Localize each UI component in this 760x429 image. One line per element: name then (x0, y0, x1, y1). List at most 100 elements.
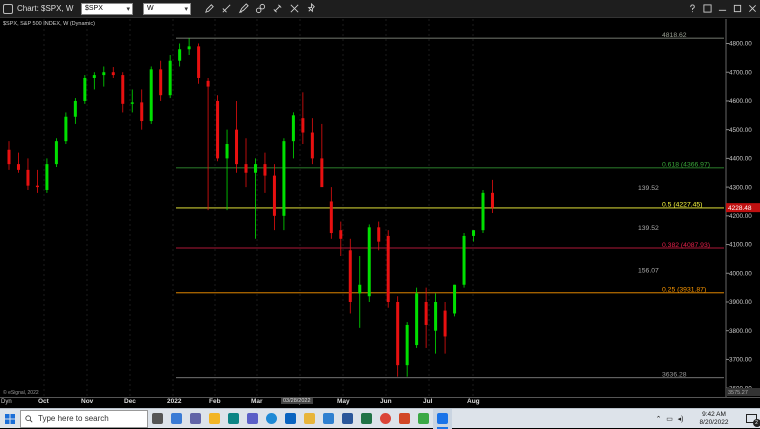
y-tick-label: 4300.00 (729, 184, 752, 191)
y-tick-label: 4000.00 (729, 270, 752, 277)
y-tick-label: 4200.00 (729, 213, 752, 220)
candle-body (273, 176, 276, 216)
x-tick-label: Oct (38, 398, 49, 405)
candle-body (453, 285, 456, 314)
candle-body (396, 302, 399, 365)
candle-body (74, 101, 77, 117)
x-cursor-label: 03/28/2022 (281, 398, 313, 404)
y-tick-label: 4700.00 (729, 69, 752, 76)
chrome-icon[interactable] (376, 409, 395, 429)
volume-icon[interactable]: ◂) (675, 409, 686, 429)
word-icon[interactable] (338, 409, 357, 429)
candle-body (349, 250, 352, 302)
teams-icon[interactable] (186, 409, 205, 429)
photos-icon[interactable] (319, 409, 338, 429)
excel-icon[interactable] (357, 409, 376, 429)
taskbar-search-input[interactable]: Type here to search (20, 410, 148, 428)
candle-body (102, 72, 105, 75)
window-toolbar: Chart: $SPX, W $SPX ▾ W ▾ (0, 0, 760, 18)
show-hidden-icons-icon[interactable]: ⌃ (653, 409, 664, 429)
y-tick-label: 3800.00 (729, 328, 752, 335)
interval-input[interactable]: W ▾ (143, 3, 191, 15)
powerpoint-icon[interactable] (395, 409, 414, 429)
pencil-icon[interactable] (203, 2, 217, 16)
candle-body (93, 75, 96, 78)
dynamic-label: Dyn (1, 399, 12, 405)
candle-body (292, 115, 295, 141)
y-tick-label: 4400.00 (729, 156, 752, 163)
esignal-icon[interactable] (433, 409, 452, 429)
fib-level-label: 0.618 (4366.97) (662, 162, 710, 169)
candle-body (45, 164, 48, 190)
candle-body (207, 81, 210, 87)
symbol-input[interactable]: $SPX ▾ (81, 3, 133, 15)
link-window-icon[interactable] (700, 2, 715, 16)
candle-body (226, 144, 229, 158)
x-tick-label: 2022 (167, 398, 181, 405)
line-tool-icon[interactable] (220, 2, 234, 16)
edge-ai-icon[interactable] (167, 409, 186, 429)
candle-body (320, 158, 323, 187)
x-axis: Dyn OctNovDec2022FebMarAprMayJunJulAug03… (0, 397, 760, 407)
fib-span-label: 156.07 (638, 267, 659, 274)
y-tick-label: 4500.00 (729, 127, 752, 134)
chart-area[interactable]: 3600.003700.003800.003900.004000.004100.… (0, 19, 760, 400)
candle-body (188, 46, 191, 49)
windows-taskbar: Type here to search ⌃ ▭ ◂) 9:42 AM 8/20/… (0, 408, 760, 428)
taskbar-clock[interactable]: 9:42 AM 8/20/2022 (686, 411, 742, 427)
window-title: Chart: $SPX, W (17, 4, 81, 13)
candle-body (197, 46, 200, 78)
candle-body (368, 227, 371, 296)
drawing-pen-icon[interactable] (237, 2, 251, 16)
candle-body (121, 75, 124, 104)
link-chain-icon[interactable] (271, 2, 285, 16)
tools-icon[interactable] (288, 2, 302, 16)
network-icon[interactable]: ▭ (664, 409, 675, 429)
notification-count: 2 (753, 419, 760, 427)
minimize-icon[interactable] (715, 2, 730, 16)
candle-body (17, 164, 20, 170)
candle-body (377, 227, 380, 241)
fib-level-label: 3636.28 (662, 372, 687, 379)
green-app-icon[interactable] (414, 409, 433, 429)
candle-body (178, 49, 181, 60)
candle-body (36, 186, 39, 187)
windows-start-icon[interactable] (0, 409, 20, 429)
candle-body (131, 102, 134, 103)
y-tick-label: 3900.00 (729, 299, 752, 306)
help-icon[interactable] (685, 2, 700, 16)
edge-icon[interactable] (262, 409, 281, 429)
teams-app-icon[interactable] (243, 409, 262, 429)
taskbar-apps (148, 409, 452, 429)
outlook-icon[interactable] (281, 409, 300, 429)
file-folder-icon[interactable] (300, 409, 319, 429)
candle-body (235, 130, 238, 164)
fib-level-label: 0.5 (4227.45) (662, 202, 702, 209)
candle-body (472, 230, 475, 236)
candle-body (339, 230, 342, 239)
candle-body (140, 102, 143, 121)
x-tick-label: Jul (423, 398, 432, 405)
y-tick-label: 4800.00 (729, 41, 752, 48)
candle-body (55, 141, 58, 164)
candle-body (263, 164, 266, 175)
notifications-icon[interactable]: 2 (742, 409, 760, 429)
file-explorer-icon[interactable] (205, 409, 224, 429)
maximize-icon[interactable] (730, 2, 745, 16)
candle-body (491, 193, 494, 208)
candle-body (311, 133, 314, 159)
chart-legend: $SPX, S&P 500 INDEX, W (Dynamic) (3, 21, 95, 27)
pin-icon[interactable] (305, 2, 319, 16)
interval-dropdown-icon[interactable]: ▾ (184, 5, 188, 13)
candle-body (434, 302, 437, 331)
price-chart[interactable]: 3600.003700.003800.003900.004000.004100.… (0, 19, 760, 400)
task-view-icon[interactable] (148, 409, 167, 429)
link-icon[interactable] (254, 2, 268, 16)
candle-body (216, 101, 219, 158)
fib-span-label: 139.52 (638, 185, 659, 192)
close-icon[interactable] (745, 2, 760, 16)
symbol-dropdown-icon[interactable]: ▾ (126, 5, 130, 13)
bing-app-icon[interactable] (224, 409, 243, 429)
candle-body (245, 164, 248, 173)
clock-date: 8/20/2022 (686, 419, 742, 427)
